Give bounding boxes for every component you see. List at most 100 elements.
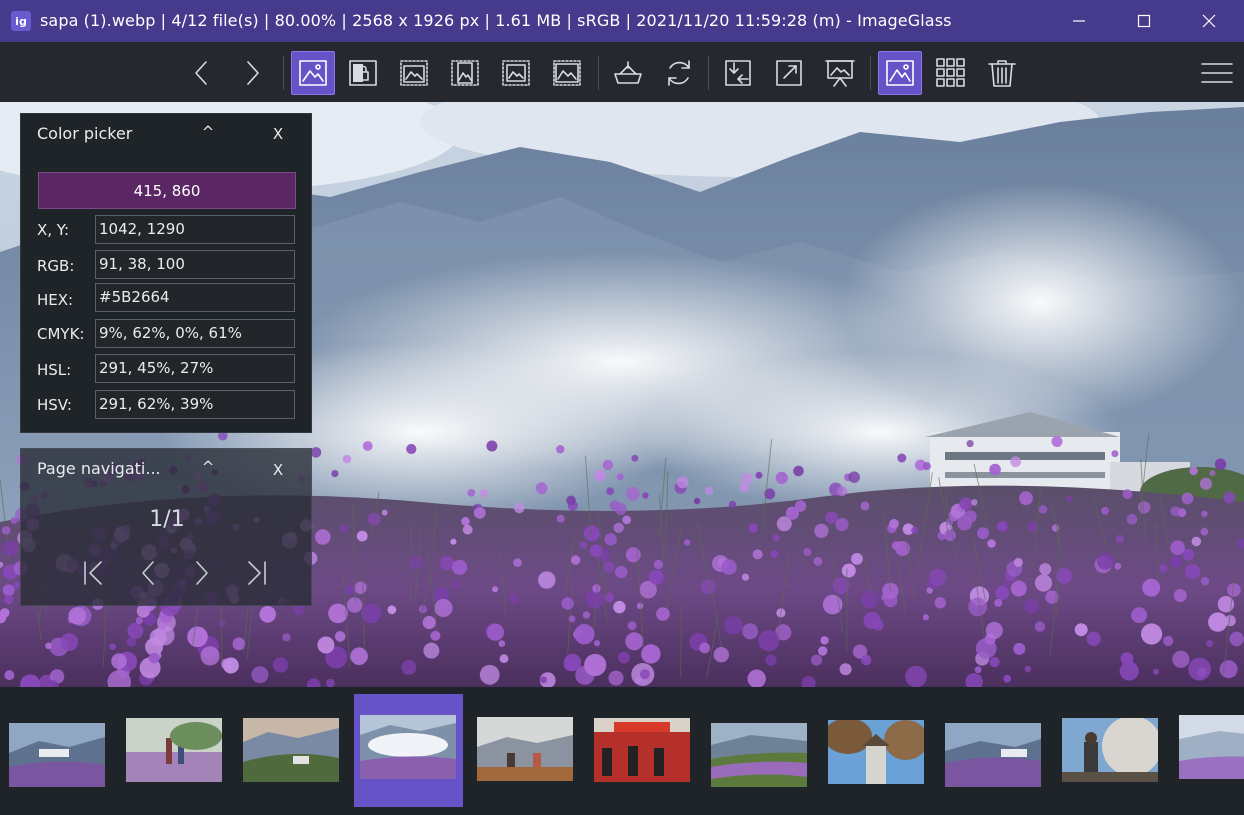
first-page-icon [84,561,102,585]
main-menu-button[interactable] [1195,51,1239,95]
thumbnail-image [594,718,690,782]
next-page-button[interactable] [189,559,215,587]
thumbnail-item[interactable] [594,718,690,782]
last-page-button[interactable] [243,559,269,587]
maximize-icon [1137,14,1151,28]
scale-to-fit-button[interactable] [494,51,538,95]
previous-image-button[interactable] [180,51,224,95]
open-with-button[interactable] [606,51,650,95]
color-swatch: 415, 860 [38,172,296,209]
page-navigation-panel: Page navigati... ^ X 1/1 [20,448,312,606]
minimize-icon [1073,20,1085,22]
toolbar-separator [598,56,599,90]
hsl-label: HSL: [37,361,72,379]
toolbar-separator [870,56,871,90]
lock-image-icon [349,60,377,86]
page-counter: 1/1 [149,507,185,532]
checkerboard-button[interactable] [929,51,973,95]
hex-label: HEX: [37,291,74,309]
scale-fit-icon [502,60,530,86]
chevron-left-icon [142,561,154,585]
thumbnail-bar [0,687,1244,815]
delete-button[interactable] [980,51,1024,95]
xy-label: X, Y: [37,221,70,239]
fullscreen-button[interactable] [767,51,811,95]
thumbnail-image [477,717,573,781]
thumbnail-item[interactable] [1062,718,1158,782]
thumbnail-item[interactable] [243,718,339,782]
toolbar-separator [708,56,709,90]
toolbar-separator [283,56,284,90]
first-page-button[interactable] [81,559,107,587]
rgb-label: RGB: [37,257,75,275]
color-picker-collapse-button[interactable]: ^ [201,123,215,141]
goto-icon [725,60,751,86]
thumbnail-image [1062,718,1158,782]
refresh-icon [668,60,690,86]
toolbar [0,42,1244,102]
trash-icon [988,60,1016,87]
thumbnail-item[interactable] [477,717,573,781]
slideshow-button[interactable] [818,51,862,95]
basket-icon [614,61,642,84]
thumbnail-image [945,723,1041,787]
thumbnail-image [9,723,105,787]
close-window-button[interactable] [1186,0,1232,42]
imageglass-logo-icon: ig [11,11,31,31]
scale-to-fill-button[interactable] [545,51,589,95]
scale-to-height-button[interactable] [443,51,487,95]
window-title: sapa (1).webp | 4/12 file(s) | 80.00% | … [40,11,952,30]
hex-value-field[interactable]: #5B2664 [95,283,295,312]
close-icon [1202,14,1216,28]
chevron-right-icon [247,61,259,85]
scale-fill-icon [553,60,581,86]
thumbnail-item[interactable] [1179,715,1244,779]
thumbnail-image [711,723,807,787]
minimize-button[interactable] [1056,0,1102,42]
hamburger-icon [1201,63,1233,83]
page-navigation-title: Page navigati... [37,459,161,478]
xy-value-field[interactable]: 1042, 1290 [95,215,295,244]
fullscreen-icon [776,60,802,86]
thumbnail-image [1179,715,1244,779]
next-image-button[interactable] [230,51,274,95]
goto-image-button[interactable] [716,51,760,95]
grid-icon [936,58,965,87]
scale-width-icon [400,60,428,86]
page-navigation-close-button[interactable]: X [271,461,285,479]
color-picker-title: Color picker [37,124,133,143]
thumbnail-item[interactable] [711,723,807,787]
thumbnail-item[interactable] [9,723,105,787]
slideshow-icon [825,60,855,87]
color-picker-panel: Color picker ^ X 415, 860 X, Y: 1042, 12… [20,113,312,433]
thumbnail-bar-button[interactable] [878,51,922,95]
thumbnail-image [360,715,456,779]
auto-zoom-button[interactable] [291,51,335,95]
hsl-value-field[interactable]: 291, 45%, 27% [95,354,295,383]
color-picker-close-button[interactable]: X [271,125,285,143]
thumbnail-image [243,718,339,782]
title-bar: ig sapa (1).webp | 4/12 file(s) | 80.00%… [0,0,1244,42]
lock-zoom-button[interactable] [341,51,385,95]
maximize-button[interactable] [1121,0,1167,42]
thumbnail-image [828,720,924,784]
cmyk-value-field[interactable]: 9%, 62%, 0%, 61% [95,319,295,348]
hsv-value-field[interactable]: 291, 62%, 39% [95,390,295,419]
page-navigation-collapse-button[interactable]: ^ [201,458,215,476]
scale-height-icon [451,60,479,86]
scale-to-width-button[interactable] [392,51,436,95]
chevron-right-icon [196,561,208,585]
cmyk-label: CMYK: [37,325,85,343]
thumbnail-image [126,718,222,782]
thumbnail-item[interactable] [828,720,924,784]
previous-page-button[interactable] [135,559,161,587]
rgb-value-field[interactable]: 91, 38, 100 [95,250,295,279]
thumbnail-item[interactable] [945,723,1041,787]
thumbnail-item[interactable] [126,718,222,782]
refresh-button[interactable] [657,51,701,95]
thumbnail-icon [886,60,914,86]
chevron-left-icon [195,61,207,85]
thumbnail-item-selected[interactable] [360,715,456,779]
image-icon [299,60,327,86]
hsv-label: HSV: [37,396,72,414]
